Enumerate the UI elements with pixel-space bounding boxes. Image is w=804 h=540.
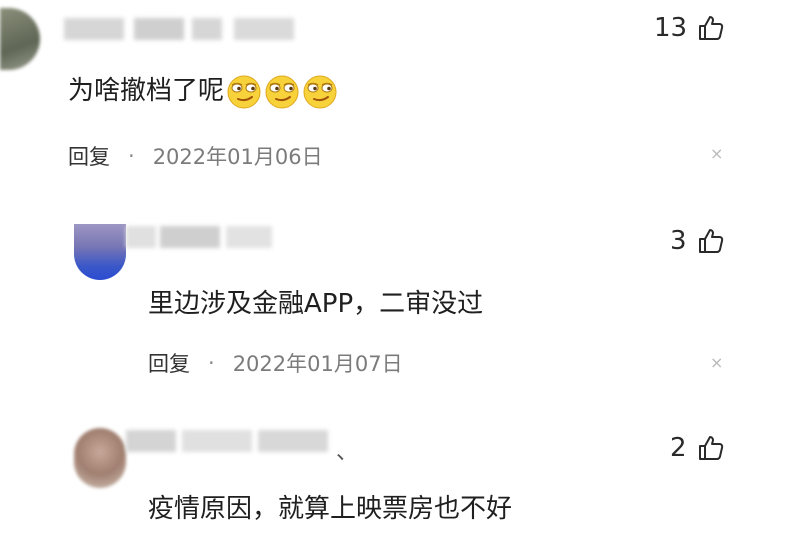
close-icon[interactable]: × bbox=[710, 144, 723, 163]
like-group[interactable]: 2 bbox=[670, 433, 725, 463]
comment-text: 里边涉及金融APP，二审没过 bbox=[148, 289, 484, 319]
thumbs-up-icon[interactable] bbox=[697, 434, 725, 462]
like-count: 2 bbox=[670, 433, 687, 463]
thumbs-up-icon[interactable] bbox=[697, 14, 725, 42]
smirk-emoji-icon bbox=[227, 75, 261, 108]
like-count: 13 bbox=[654, 13, 688, 43]
separator-dot: · bbox=[128, 144, 135, 168]
like-group[interactable]: 3 bbox=[670, 226, 725, 256]
close-icon[interactable]: × bbox=[710, 353, 723, 372]
comment-meta: 回复 · 2022年01月06日 bbox=[68, 141, 323, 171]
comment-date: 2022年01月07日 bbox=[232, 352, 403, 376]
comment-text: 疫情原因，就算上映票房也不好 bbox=[148, 494, 513, 524]
comment-date: 2022年01月06日 bbox=[152, 145, 323, 169]
comment-meta: 回复 · 2022年01月07日 bbox=[148, 348, 403, 378]
thumbs-up-icon[interactable] bbox=[697, 227, 725, 255]
emoji-group bbox=[224, 75, 338, 108]
comment-body: 为啥撤档了呢 bbox=[68, 76, 225, 106]
username-suffix: 、 bbox=[336, 440, 359, 465]
like-group[interactable]: 13 bbox=[654, 13, 725, 43]
smirk-emoji-icon bbox=[303, 75, 337, 108]
like-count: 3 bbox=[670, 226, 687, 256]
separator-dot: · bbox=[208, 351, 215, 375]
avatar[interactable] bbox=[0, 8, 40, 70]
smirk-emoji-icon bbox=[265, 75, 299, 108]
comment-text: 为啥撤档了呢 bbox=[68, 70, 338, 110]
avatar[interactable] bbox=[74, 224, 126, 280]
avatar[interactable] bbox=[74, 428, 126, 488]
username-blurred[interactable] bbox=[126, 226, 276, 248]
username-blurred[interactable] bbox=[64, 18, 294, 40]
reply-button[interactable]: 回复 bbox=[68, 141, 110, 171]
username-blurred[interactable] bbox=[126, 430, 336, 452]
reply-button[interactable]: 回复 bbox=[148, 348, 190, 378]
